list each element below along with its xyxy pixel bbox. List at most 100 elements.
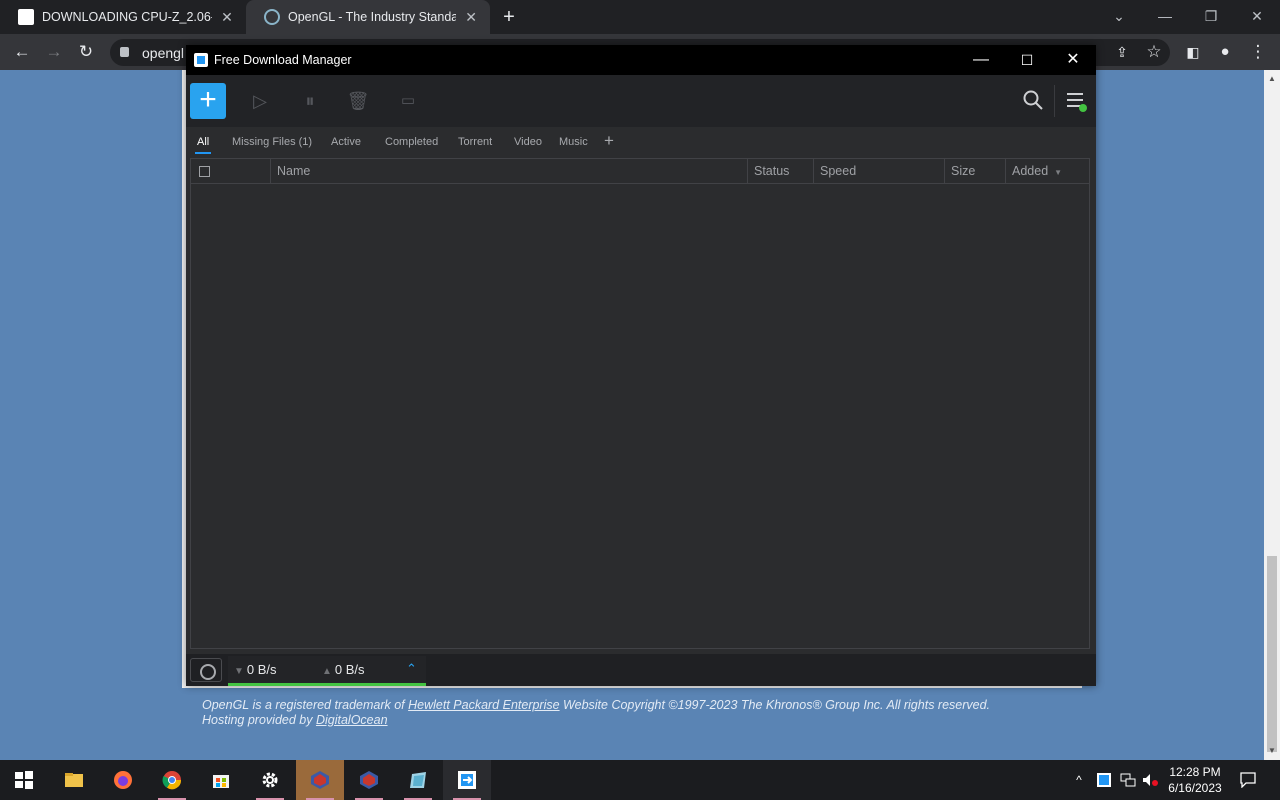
fdm-titlebar[interactable]: Free Download Manager — ☐ ✕ xyxy=(186,45,1096,75)
opengl-icon xyxy=(264,9,280,25)
fdm-app-icon xyxy=(194,53,208,67)
star-icon[interactable]: ☆ xyxy=(1142,40,1166,64)
file-explorer-button[interactable] xyxy=(50,760,98,800)
upload-arrow-icon: ▲ xyxy=(322,666,332,677)
profile-icon[interactable]: ● xyxy=(1213,40,1237,64)
tray-overflow-icon[interactable]: ^ xyxy=(1070,760,1088,800)
cpu-z-setup-button[interactable] xyxy=(345,760,393,800)
column-name[interactable]: Name xyxy=(270,159,748,184)
filter-completed[interactable]: Completed xyxy=(385,136,438,148)
close-tab-icon[interactable]: ✕ xyxy=(462,9,480,26)
share-icon[interactable]: ⇪ xyxy=(1110,40,1134,64)
delete-icon[interactable]: 🗑 xyxy=(346,89,370,113)
chrome-button[interactable] xyxy=(148,760,196,800)
close-tab-icon[interactable]: ✕ xyxy=(218,9,236,26)
restore-button[interactable]: ❐ xyxy=(1188,0,1234,34)
hpe-link[interactable]: Hewlett Packard Enterprise xyxy=(408,698,559,712)
tab-cpu-z[interactable]: DOWNLOADING CPU-Z_2.06-EN ✕ xyxy=(0,0,246,34)
fdm-window: Free Download Manager — ☐ ✕ + ▷ ⏸ 🗑 ▭ Al… xyxy=(186,45,1096,686)
page-scrollbar[interactable]: ▲ ▼ xyxy=(1264,70,1280,760)
speed-panel[interactable]: ▼ 0 B/s ▲ 0 B/s ⌃ xyxy=(228,656,426,686)
pause-icon[interactable]: ⏸ xyxy=(298,89,322,113)
main-menu-icon[interactable] xyxy=(1064,89,1087,112)
filter-missing-files[interactable]: Missing Files (1) xyxy=(232,136,312,148)
select-all-checkbox[interactable] xyxy=(199,166,210,177)
reload-icon[interactable]: ↻ xyxy=(74,40,98,64)
footer-text: Hosting provided by xyxy=(202,713,316,727)
tab-title: OpenGL - The Industry Standard xyxy=(288,10,457,24)
table-header: Name Status Speed Size Added ▼ xyxy=(191,159,1089,184)
speaker-muted-icon xyxy=(1143,774,1158,786)
tab-search-icon[interactable]: ⌄ xyxy=(1096,0,1142,34)
search-icon[interactable] xyxy=(1022,89,1044,111)
store-button[interactable] xyxy=(197,760,245,800)
move-folder-icon[interactable]: ▭ xyxy=(396,89,420,113)
cpu-z-app-button[interactable] xyxy=(296,760,344,800)
filter-music[interactable]: Music xyxy=(559,136,588,148)
upload-speed: ▲ 0 B/s xyxy=(322,662,365,677)
filter-all[interactable]: All xyxy=(194,136,212,154)
filter-active[interactable]: Active xyxy=(331,136,361,148)
back-arrow-icon[interactable]: ← xyxy=(10,40,34,64)
scroll-down-icon[interactable]: ▼ xyxy=(1268,746,1276,755)
add-filter-button[interactable]: + xyxy=(604,131,614,151)
window-title: Free Download Manager xyxy=(214,53,352,67)
fdm-icon xyxy=(458,771,476,789)
filter-video[interactable]: Video xyxy=(514,136,542,148)
firefox-button[interactable] xyxy=(99,760,147,800)
store-icon xyxy=(213,775,229,788)
column-added-label: Added xyxy=(1012,164,1049,178)
browser-tabstrip: DOWNLOADING CPU-Z_2.06-EN ✕ OpenGL - The… xyxy=(0,0,1280,34)
resume-icon[interactable]: ▷ xyxy=(248,89,272,113)
new-tab-button[interactable]: + xyxy=(498,6,520,28)
sort-down-icon: ▼ xyxy=(1054,168,1063,177)
more-menu-icon[interactable]: ⋮ xyxy=(1246,40,1270,64)
lock-icon xyxy=(120,47,129,57)
close-window-button[interactable]: ✕ xyxy=(1234,0,1280,34)
fdm-minimize-button[interactable]: — xyxy=(958,45,1004,75)
footer-text: OpenGL is a registered trademark of xyxy=(202,698,409,712)
network-icon[interactable] xyxy=(1118,760,1138,800)
clock-time: 12:28 PM xyxy=(1169,765,1221,779)
start-button[interactable] xyxy=(0,760,48,800)
download-speed: ▼ 0 B/s xyxy=(234,662,277,677)
fdm-toolbar: + ▷ ⏸ 🗑 ▭ xyxy=(186,75,1096,127)
taskbar: ^ 12:28 PM 6/16/2023 xyxy=(0,760,1280,800)
column-speed[interactable]: Speed xyxy=(813,159,945,184)
chrome-icon xyxy=(162,771,182,790)
snail-mode-icon[interactable] xyxy=(190,658,222,682)
scroll-up-icon[interactable]: ▲ xyxy=(1268,74,1276,83)
chevron-up-icon[interactable]: ⌃ xyxy=(406,661,417,677)
column-size[interactable]: Size xyxy=(944,159,1006,184)
volume-muted-icon[interactable] xyxy=(1140,760,1160,800)
filter-torrent[interactable]: Torrent xyxy=(458,136,492,148)
tab-opengl[interactable]: OpenGL - The Industry Standard ✕ xyxy=(246,0,490,34)
fdm-close-button[interactable]: ✕ xyxy=(1050,45,1096,75)
fdm-taskbar-button[interactable] xyxy=(443,760,491,800)
folder-icon xyxy=(65,773,83,787)
side-panel-icon[interactable]: ◧ xyxy=(1181,40,1205,64)
notifications-icon[interactable] xyxy=(1236,760,1260,800)
firefox-icon xyxy=(114,771,132,789)
column-status[interactable]: Status xyxy=(747,159,813,184)
cpu-z-icon xyxy=(360,771,378,789)
fdm-statusbar: ▼ 0 B/s ▲ 0 B/s ⌃ xyxy=(186,654,1096,686)
upload-speed-value: 0 B/s xyxy=(334,662,365,677)
document-icon xyxy=(410,772,426,788)
filter-tabs: All Missing Files (1) Active Completed T… xyxy=(186,127,1096,157)
digitalocean-link[interactable]: DigitalOcean xyxy=(316,713,388,727)
fdm-tray-icon[interactable] xyxy=(1094,760,1114,800)
forward-arrow-icon[interactable]: → xyxy=(42,40,66,64)
fdm-maximize-button[interactable]: ☐ xyxy=(1004,45,1050,75)
app-button[interactable] xyxy=(394,760,442,800)
cpu-z-icon xyxy=(311,771,329,789)
toolbar-divider xyxy=(1054,85,1055,117)
scrollbar-thumb[interactable] xyxy=(1267,556,1277,752)
download-speed-value: 0 B/s xyxy=(246,662,277,677)
settings-button[interactable] xyxy=(246,760,294,800)
minimize-button[interactable]: — xyxy=(1142,0,1188,34)
taskbar-clock[interactable]: 12:28 PM 6/16/2023 xyxy=(1160,764,1230,796)
chat-bubble-icon xyxy=(1240,772,1256,788)
column-added[interactable]: Added ▼ xyxy=(1005,159,1089,184)
add-download-button[interactable]: + xyxy=(190,83,226,119)
